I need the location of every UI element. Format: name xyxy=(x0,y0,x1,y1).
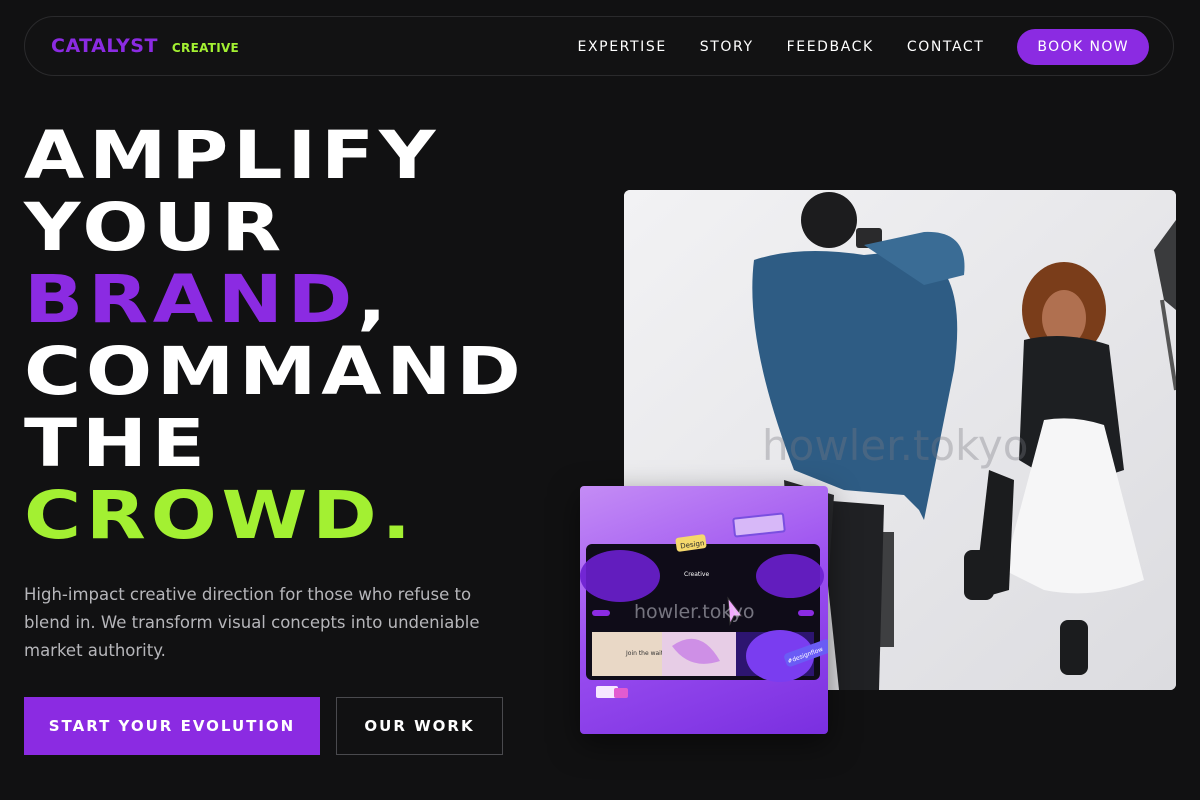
headline-highlight-brand: BRAND xyxy=(24,261,358,338)
inset-watermark: howler.tokyo xyxy=(634,601,755,623)
top-navbar: CATALYST CREATIVE EXPERTISE STORY FEEDBA… xyxy=(24,16,1174,76)
nav-links: EXPERTISE STORY FEEDBACK CONTACT BOOK NO… xyxy=(578,29,1149,65)
nav-link-expertise[interactable]: EXPERTISE xyxy=(578,39,667,55)
headline-line-1: AMPLIFY xyxy=(24,117,441,194)
headline-line-3: BRAND, xyxy=(24,264,526,336)
headline-line-4: COMMAND xyxy=(24,333,526,410)
brand-name: CATALYST xyxy=(51,35,158,57)
nav-link-feedback[interactable]: FEEDBACK xyxy=(787,39,874,55)
hero-subcopy: High-impact creative direction for those… xyxy=(24,585,480,660)
book-now-button[interactable]: BOOK NOW xyxy=(1017,29,1149,65)
headline-line-2: YOUR xyxy=(24,189,286,266)
nav-link-story[interactable]: STORY xyxy=(700,39,754,55)
start-evolution-button[interactable]: START YOUR EVOLUTION xyxy=(24,697,320,755)
headline-line-6: CROWD. xyxy=(24,477,416,554)
inset-illustration: Creative Join the waitlist Design #desig… xyxy=(580,512,828,698)
inset-mockup-card: Creative Join the waitlist Design #desig… xyxy=(580,486,828,734)
headline-comma: , xyxy=(357,261,392,338)
brand-logo[interactable]: CATALYST CREATIVE xyxy=(51,35,239,57)
brand-tagline: CREATIVE xyxy=(171,41,240,55)
mockup-brand-text: Creative xyxy=(684,571,709,578)
hero-headline: AMPLIFY YOUR BRAND, COMMAND THE CROWD. xyxy=(24,120,521,552)
photo-watermark: howler.tokyo xyxy=(762,421,1028,470)
nav-link-contact[interactable]: CONTACT xyxy=(907,39,985,55)
floating-shape xyxy=(732,512,786,538)
headline-line-5: THE xyxy=(24,405,210,482)
our-work-button[interactable]: OUR WORK xyxy=(336,697,503,755)
